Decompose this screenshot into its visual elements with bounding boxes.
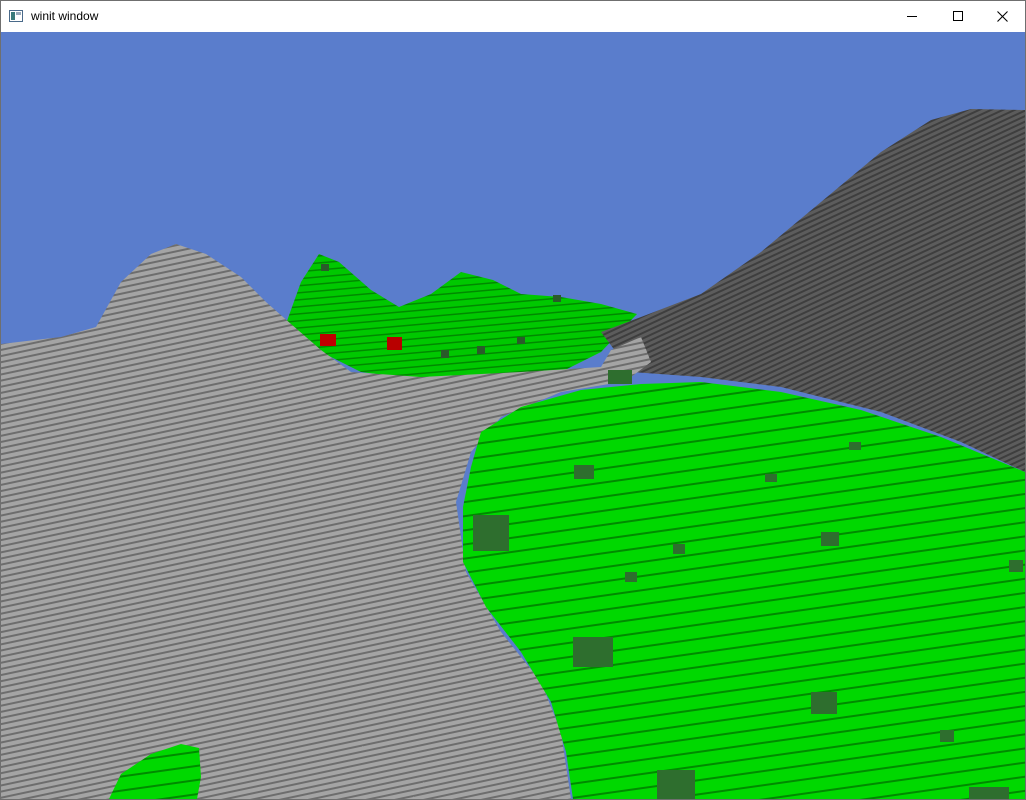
window-title: winit window (31, 9, 99, 23)
tree (811, 692, 837, 714)
tree (553, 295, 561, 302)
maximize-icon (953, 11, 963, 21)
maximize-button[interactable] (935, 1, 981, 31)
tree (657, 770, 695, 799)
close-button[interactable] (979, 1, 1025, 31)
tree (441, 350, 449, 358)
minimize-button[interactable] (889, 1, 935, 31)
tree (765, 474, 777, 482)
tree (940, 730, 954, 742)
tree (608, 370, 632, 384)
tree (473, 515, 509, 551)
close-icon (996, 10, 1008, 22)
app-window: winit window (0, 0, 1026, 800)
minimize-icon (907, 16, 917, 17)
tree (821, 532, 839, 546)
red-block-left (320, 334, 336, 346)
window-app-icon (9, 10, 23, 22)
tree (1009, 560, 1023, 572)
tree (517, 337, 525, 344)
tree (625, 572, 637, 582)
tree (849, 442, 861, 450)
red-block-right (387, 337, 402, 350)
tree (673, 544, 685, 554)
tree (477, 346, 485, 354)
tree (969, 787, 1009, 799)
render-viewport[interactable] (1, 32, 1025, 799)
title-bar[interactable]: winit window (1, 1, 1025, 31)
tree (321, 264, 329, 271)
terrain-scene (1, 32, 1025, 799)
tree (573, 637, 613, 667)
tree (574, 465, 594, 479)
